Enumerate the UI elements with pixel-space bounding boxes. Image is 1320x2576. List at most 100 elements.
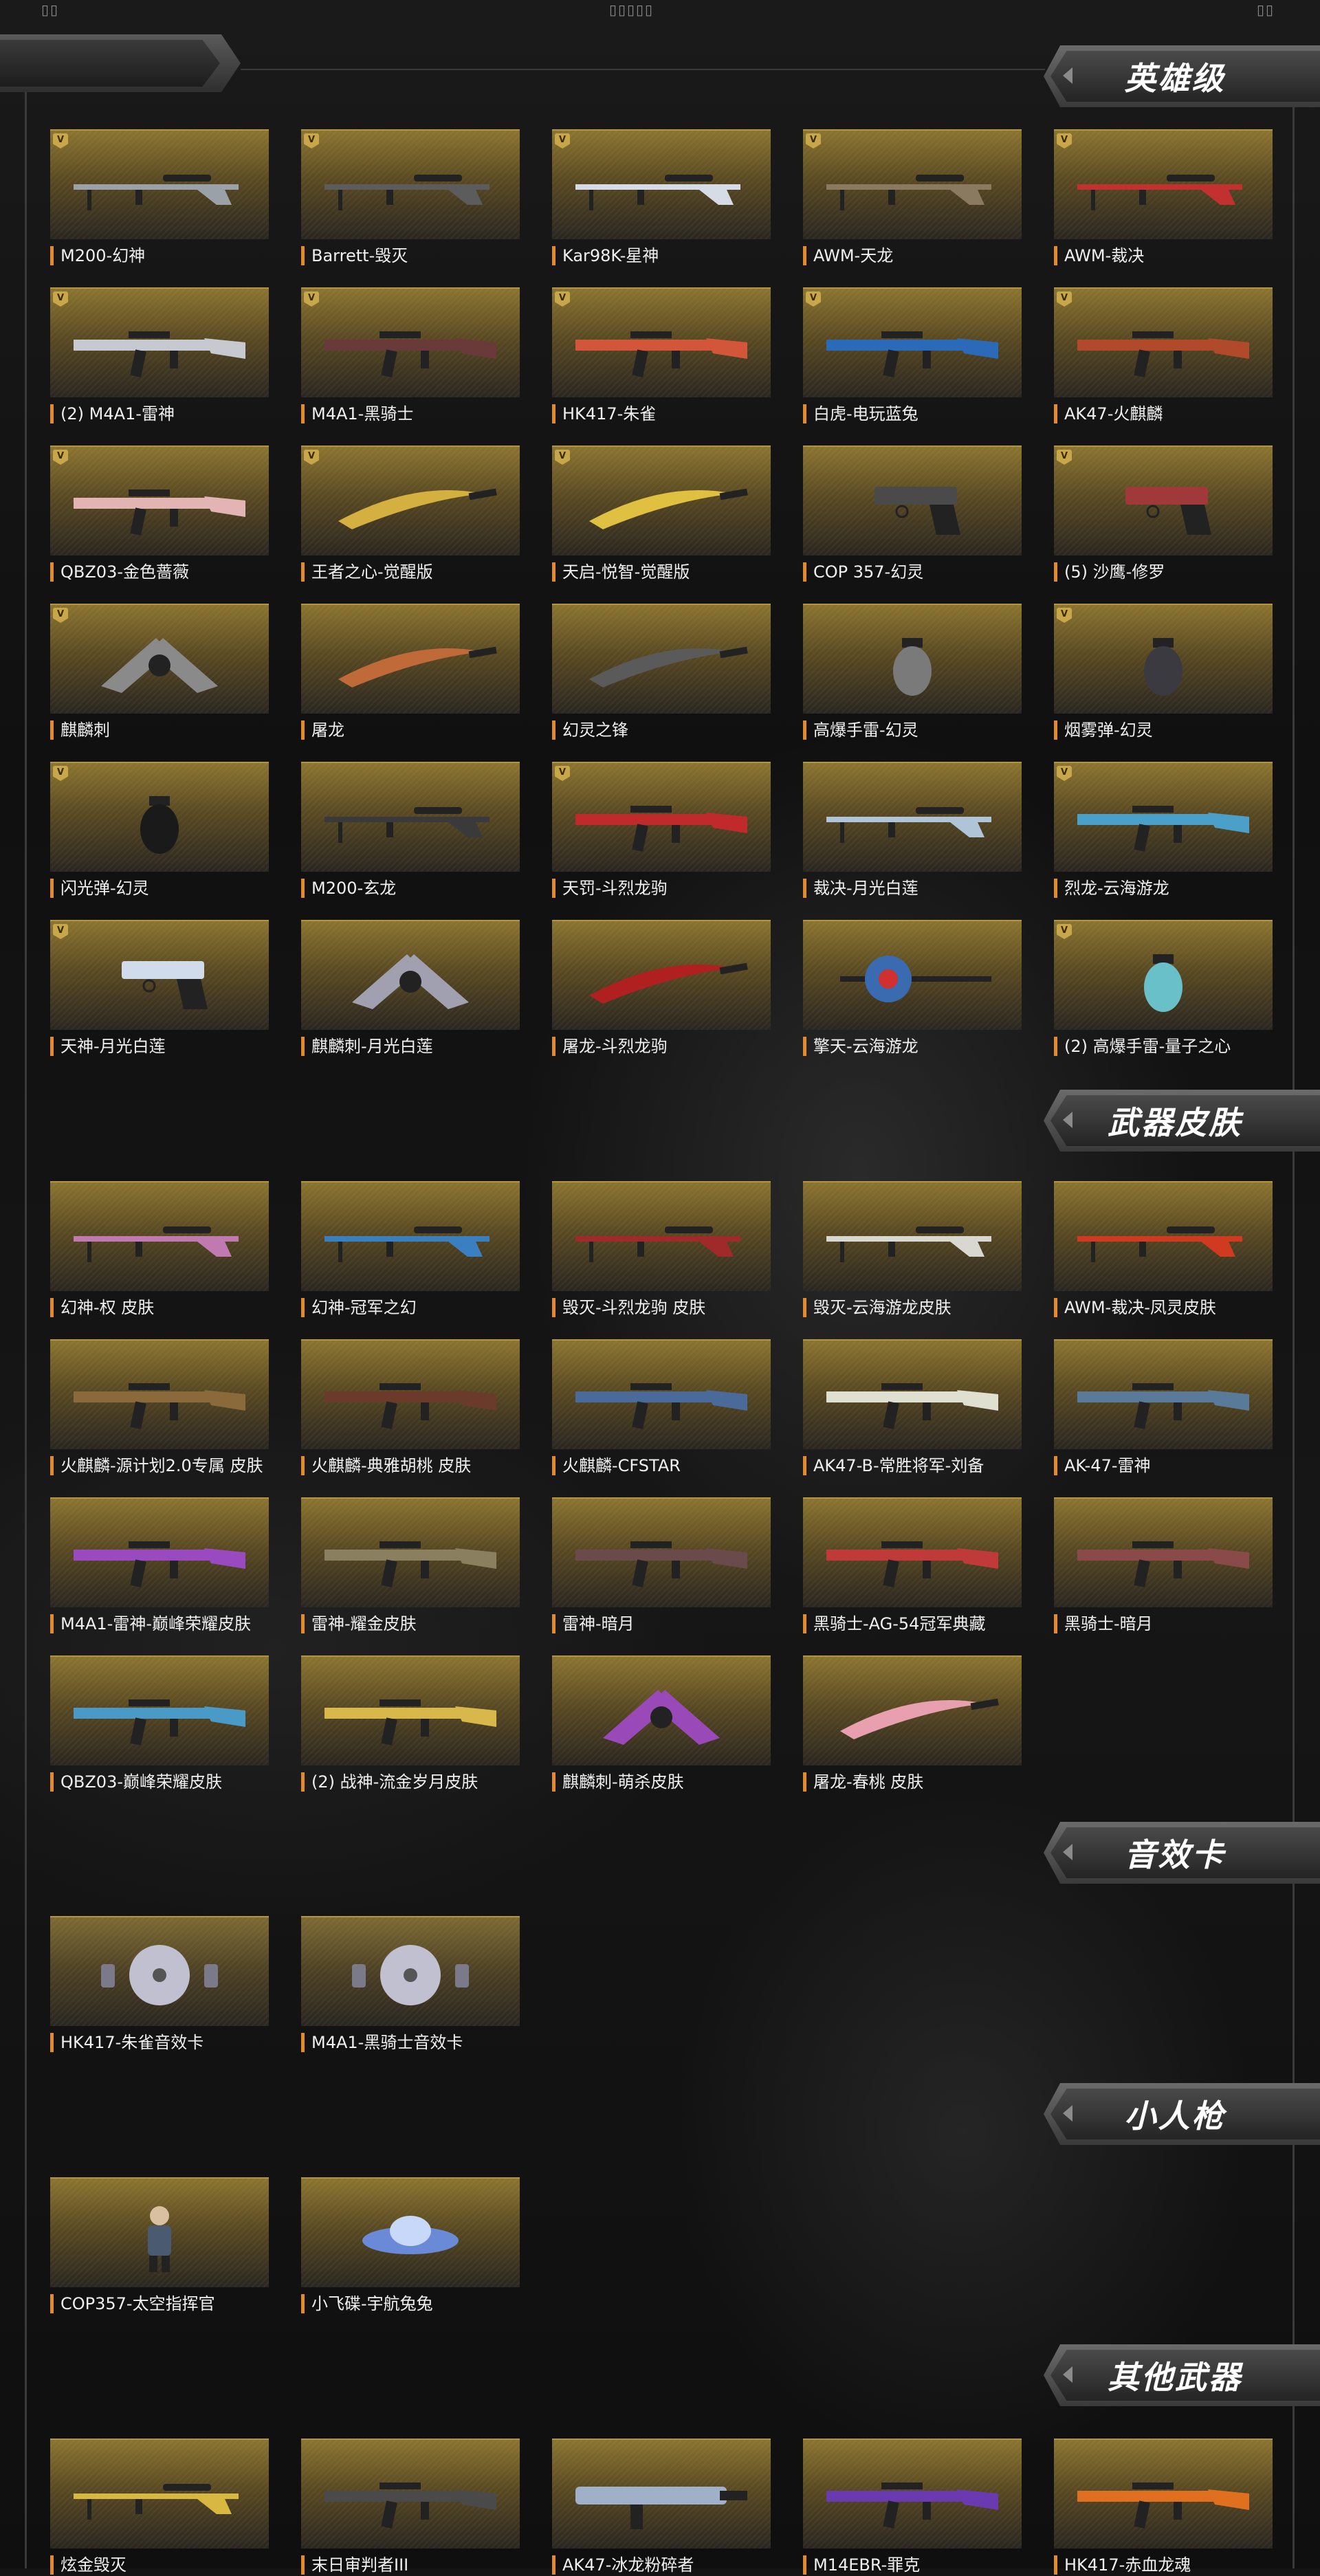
item-card[interactable]: 屠龙 [301,604,520,741]
item-card[interactable]: V AWM-天龙 [803,129,1022,267]
item-card[interactable]: V Barrett-毁灭 [301,129,520,267]
hero-badge-icon: V [806,133,821,148]
item-card[interactable]: V (2) M4A1-雷神 [50,287,269,425]
item-card[interactable]: M200-玄龙 [301,762,520,899]
item-card[interactable]: M14EBR-罪克 [803,2439,1022,2576]
item-label: Barrett-毁灭 [301,246,538,265]
hero-badge-icon: V [53,450,68,465]
item-card[interactable]: V 闪光弹-幻灵 [50,762,269,899]
item-thumbnail [50,1339,269,1449]
item-card[interactable]: 黑骑士-AG-54冠军典藏 [803,1497,1022,1635]
pistol-icon [122,961,208,1009]
sniper-rifle-icon [1077,1226,1242,1262]
item-card[interactable]: HK417-朱雀音效卡 [50,1916,269,2054]
hero-badge-icon: V [555,766,570,781]
item-card[interactable]: QBZ03-巅峰荣耀皮肤 [50,1655,269,1793]
item-card[interactable]: M4A1-雷神-巅峰荣耀皮肤 [50,1497,269,1635]
item-thumbnail: V [1054,920,1273,1030]
item-card[interactable]: 炫金毁灭 [50,2439,269,2576]
item-card[interactable]: V (5) 沙鹰-修罗 [1054,445,1273,583]
top-frame-line [241,69,1045,70]
item-card[interactable]: M4A1-黑骑士音效卡 [301,1916,520,2054]
item-thumbnail [803,1655,1022,1765]
item-card[interactable]: 麒麟刺-萌杀皮肤 [552,1655,771,1793]
item-card[interactable]: V 王者之心-觉醒版 [301,445,520,583]
item-thumbnail [1054,2439,1273,2549]
item-card[interactable]: 屠龙-春桃 皮肤 [803,1655,1022,1793]
hero-badge-icon: V [1057,450,1072,465]
item-card[interactable]: 黑骑士-暗月 [1054,1497,1273,1635]
item-card[interactable]: 毁灭-斗烈龙驹 皮肤 [552,1181,771,1319]
item-card[interactable]: 裁决-月光白莲 [803,762,1022,899]
item-label: 天罚-斗烈龙驹 [552,879,789,898]
item-card[interactable]: V 麒麟刺 [50,604,269,741]
item-card[interactable]: V M4A1-黑骑士 [301,287,520,425]
item-card[interactable]: COP 357-幻灵 [803,445,1022,583]
pistol-icon [1125,487,1211,535]
hero-badge-icon: V [555,450,570,465]
item-label: AK47-火麒麟 [1054,404,1291,423]
item-thumbnail: V [50,604,269,714]
item-card[interactable]: V 天神-月光白莲 [50,920,269,1057]
item-card[interactable]: AWM-裁决-凤灵皮肤 [1054,1181,1273,1319]
item-thumbnail [301,2177,520,2287]
item-thumbnail [552,920,771,1030]
assault-rifle-icon [324,1541,496,1587]
assault-rifle-icon [1077,806,1249,852]
item-card[interactable]: V 烈龙-云海游龙 [1054,762,1273,899]
item-label: 王者之心-觉醒版 [301,562,538,582]
assault-rifle-icon [74,1383,245,1429]
assault-rifle-icon [74,1699,245,1746]
item-card[interactable]: (2) 战神-流金岁月皮肤 [301,1655,520,1793]
section-title: 音效卡 [1124,1836,1226,1873]
item-card[interactable]: V 天罚-斗烈龙驹 [552,762,771,899]
hero-badge-icon: V [1057,291,1072,307]
item-card[interactable]: 毁灭-云海游龙皮肤 [803,1181,1022,1319]
item-thumbnail [552,2439,771,2549]
grenade-icon [1144,638,1182,696]
melee-axe-icon [840,956,991,1002]
item-card[interactable]: 末日审判者III [301,2439,520,2576]
melee-claw-icon [603,1690,720,1745]
item-card[interactable]: 幻神-权 皮肤 [50,1181,269,1319]
item-card[interactable]: AK-47-雷神 [1054,1339,1273,1477]
item-card[interactable]: 屠龙-斗烈龙驹 [552,920,771,1057]
melee-claw-icon [101,638,218,693]
item-card[interactable]: 幻灵之锋 [552,604,771,741]
item-label: 烈龙-云海游龙 [1054,879,1291,898]
item-card[interactable]: V QBZ03-金色蔷薇 [50,445,269,583]
item-card[interactable]: 幻神-冠军之幻 [301,1181,520,1319]
item-card[interactable]: V AWM-裁决 [1054,129,1273,267]
assault-rifle-icon [575,1541,747,1587]
item-thumbnail [301,1339,520,1449]
item-card[interactable]: 小飞碟-宇航兔兔 [301,2177,520,2315]
item-thumbnail [552,1497,771,1607]
item-label: 麒麟刺-月光白莲 [301,1037,538,1056]
item-card[interactable]: 擎天-云海游龙 [803,920,1022,1057]
item-card[interactable]: AK47-冰龙粉碎者 [552,2439,771,2576]
hero-badge-icon: V [1057,924,1072,939]
item-card[interactable]: 火麒麟-典雅胡桃 皮肤 [301,1339,520,1477]
item-card[interactable]: V (2) 高爆手雷-量子之心 [1054,920,1273,1057]
item-card[interactable]: V 烟雾弹-幻灵 [1054,604,1273,741]
assault-rifle-icon [1077,1383,1249,1429]
item-card[interactable]: V AK47-火麒麟 [1054,287,1273,425]
item-label: 烟雾弹-幻灵 [1054,720,1291,740]
item-card[interactable]: V Kar98K-星神 [552,129,771,267]
item-card[interactable]: V HK417-朱雀 [552,287,771,425]
item-card[interactable]: AK47-B-常胜将军-刘备 [803,1339,1022,1477]
item-label: QBZ03-巅峰荣耀皮肤 [50,1772,287,1792]
item-card[interactable]: COP357-太空指挥官 [50,2177,269,2315]
item-card[interactable]: HK417-赤血龙魂 [1054,2439,1273,2576]
item-card[interactable]: 高爆手雷-幻灵 [803,604,1022,741]
item-card[interactable]: 火麒麟-CFSTAR [552,1339,771,1477]
item-card[interactable]: V 天启-悦智-觉醒版 [552,445,771,583]
item-card[interactable]: 火麒麟-源计划2.0专属 皮肤 [50,1339,269,1477]
item-card[interactable]: V M200-幻神 [50,129,269,267]
item-card[interactable]: V 白虎-电玩蓝兔 [803,287,1022,425]
item-card[interactable]: 雷神-耀金皮肤 [301,1497,520,1635]
item-card[interactable]: 麒麟刺-月光白莲 [301,920,520,1057]
item-thumbnail [803,1497,1022,1607]
item-thumbnail [552,1181,771,1291]
item-card[interactable]: 雷神-暗月 [552,1497,771,1635]
